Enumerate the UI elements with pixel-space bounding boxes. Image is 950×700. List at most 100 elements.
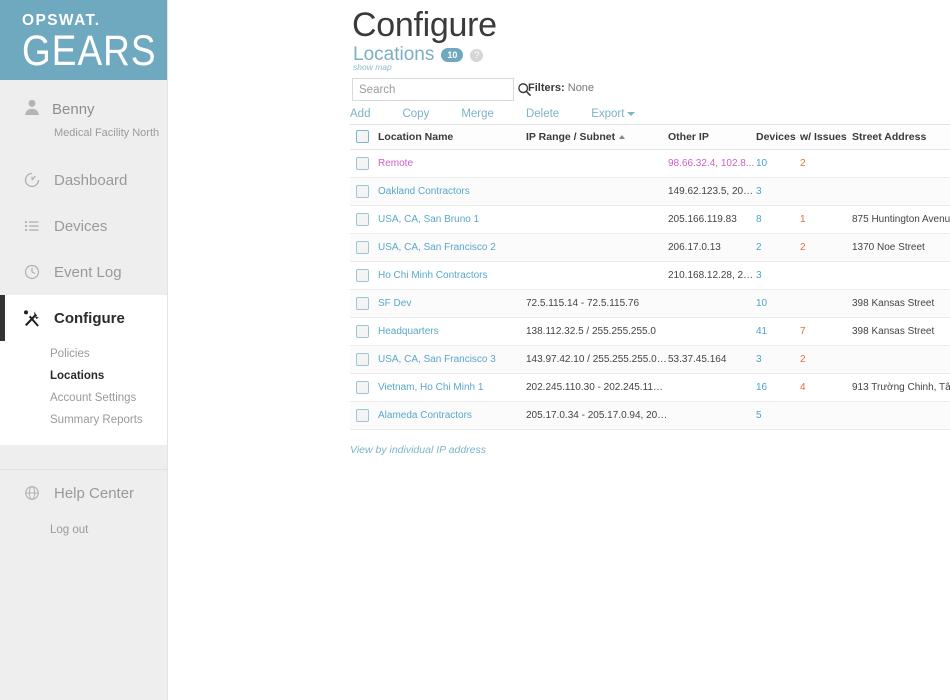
sidebar-item-devices[interactable]: Devices xyxy=(0,203,167,249)
row-location-name[interactable]: USA, CA, San Bruno 1 xyxy=(378,205,526,234)
row-issues-count[interactable]: 2 xyxy=(800,233,852,262)
logout-link[interactable]: Log out xyxy=(0,516,167,536)
row-checkbox[interactable] xyxy=(356,353,369,366)
row-location-name[interactable]: USA, CA, San Francisco 2 xyxy=(378,233,526,262)
row-issues-count[interactable]: 1 xyxy=(800,205,852,234)
sidebar-subitem-summary-reports[interactable]: Summary Reports xyxy=(0,409,167,431)
row-issues-count[interactable] xyxy=(800,401,852,430)
column-header-ip-range-label: IP Range / Subnet xyxy=(526,130,616,143)
row-issues-count[interactable] xyxy=(800,261,852,290)
row-location-name[interactable]: Ho Chi Minh Contractors xyxy=(378,261,526,290)
row-devices-count[interactable]: 10 xyxy=(756,149,800,178)
sort-asc-icon xyxy=(619,134,626,139)
table-row[interactable]: USA, CA, San Francisco 3 143.97.42.10 / 2… xyxy=(350,345,950,374)
column-header-with-issues[interactable]: w/ Issues xyxy=(800,124,852,150)
sidebar-help-label: Help Center xyxy=(54,484,135,502)
row-checkbox[interactable] xyxy=(356,409,369,422)
column-header-street-address[interactable]: Street Address xyxy=(852,124,950,150)
row-other-ip: 206.17.0.13 xyxy=(668,233,756,262)
table-row[interactable]: Headquarters 138.112.32.5 / 255.255.255.0… xyxy=(350,317,950,346)
row-checkbox[interactable] xyxy=(356,157,369,170)
column-header-ip-range[interactable]: IP Range / Subnet xyxy=(526,124,668,150)
row-checkbox[interactable] xyxy=(356,269,369,282)
select-all-checkbox[interactable] xyxy=(356,130,369,143)
show-map-link[interactable]: show map xyxy=(353,62,392,72)
table-body: Remote 98.66.32.4, 102.8... 10 2 Oakland Con… xyxy=(350,149,950,430)
row-other-ip: 205.166.119.83 xyxy=(668,205,756,234)
row-devices-count[interactable]: 2 xyxy=(756,233,800,262)
row-ip-range xyxy=(526,261,668,290)
sidebar-subitem-policies[interactable]: Policies xyxy=(0,343,167,365)
table-row[interactable]: Oakland Contractors 149.62.123.5, 208... 3… xyxy=(350,177,950,206)
row-location-name[interactable]: Headquarters xyxy=(378,317,526,346)
row-issues-count[interactable]: 7 xyxy=(800,317,852,346)
row-devices-count[interactable]: 3 xyxy=(756,345,800,374)
column-header-location-name[interactable]: Location Name xyxy=(378,124,526,150)
table-row[interactable]: Ho Chi Minh Contractors 210.168.12.28, 21… xyxy=(350,261,950,290)
row-other-ip: 98.66.32.4, 102.8... xyxy=(668,149,756,178)
add-link[interactable]: Add xyxy=(350,108,386,120)
search-input[interactable] xyxy=(353,83,517,96)
delete-link[interactable]: Delete xyxy=(526,108,575,120)
row-devices-count[interactable]: 10 xyxy=(756,289,800,318)
sidebar-item-label: Configure xyxy=(54,309,125,327)
row-issues-count[interactable] xyxy=(800,289,852,318)
row-street-address xyxy=(852,149,950,178)
sidebar-item-event-log[interactable]: Event Log xyxy=(0,249,167,295)
sidebar-subitem-account-settings[interactable]: Account Settings xyxy=(0,387,167,409)
row-devices-count[interactable]: 3 xyxy=(756,177,800,206)
row-checkbox[interactable] xyxy=(356,325,369,338)
sidebar-item-configure[interactable]: Configure xyxy=(0,295,167,341)
row-other-ip xyxy=(668,317,756,346)
row-location-name[interactable]: Oakland Contractors xyxy=(378,177,526,206)
copy-link[interactable]: Copy xyxy=(402,108,445,120)
row-location-name[interactable]: Alameda Contractors xyxy=(378,401,526,430)
row-devices-count[interactable]: 16 xyxy=(756,373,800,402)
sidebar-item-label: Devices xyxy=(54,217,108,235)
table-row[interactable]: Remote 98.66.32.4, 102.8... 10 2 xyxy=(350,149,950,178)
search-box[interactable] xyxy=(352,78,532,101)
row-devices-count[interactable]: 5 xyxy=(756,401,800,430)
brand-logo[interactable]: OPSWAT. GEARS xyxy=(0,0,167,80)
table-row[interactable]: SF Dev 72.5.115.14 - 72.5.115.76 10 398 Kan… xyxy=(350,289,950,318)
row-location-name[interactable]: SF Dev xyxy=(378,289,526,318)
sidebar-item-help-center[interactable]: Help Center xyxy=(0,470,167,516)
row-checkbox[interactable] xyxy=(356,185,369,198)
export-link[interactable]: Export xyxy=(591,108,651,120)
row-location-name[interactable]: Vietnam, Ho Chi Minh 1 xyxy=(378,373,526,402)
row-issues-count[interactable]: 4 xyxy=(800,373,852,402)
column-header-devices[interactable]: Devices xyxy=(756,124,800,150)
sidebar-item-label: Dashboard xyxy=(54,171,128,189)
sidebar: OPSWAT. GEARS Benny Medical Facility Nor… xyxy=(0,0,168,700)
row-devices-count[interactable]: 41 xyxy=(756,317,800,346)
row-location-name[interactable]: Remote xyxy=(378,149,526,178)
row-checkbox[interactable] xyxy=(356,213,369,226)
main-content: Configure Locations 10 ? show map SAVE F… xyxy=(168,0,950,700)
row-issues-count[interactable]: 2 xyxy=(800,345,852,374)
row-select-cell xyxy=(350,401,378,430)
table-row[interactable]: USA, CA, San Francisco 2 206.17.0.13 2 2 137… xyxy=(350,233,950,262)
view-by-ip-link[interactable]: View by individual IP address xyxy=(350,444,486,456)
merge-link[interactable]: Merge xyxy=(461,108,510,120)
row-ip-range xyxy=(526,233,668,262)
row-devices-count[interactable]: 3 xyxy=(756,261,800,290)
sidebar-subitem-locations[interactable]: Locations xyxy=(0,365,167,387)
clock-icon xyxy=(22,262,42,282)
row-street-address xyxy=(852,177,950,206)
table-row[interactable]: USA, CA, San Bruno 1 205.166.119.83 8 1 875 … xyxy=(350,205,950,234)
table-row[interactable]: Vietnam, Ho Chi Minh 1 202.245.110.30 - 2… xyxy=(350,373,950,402)
row-checkbox[interactable] xyxy=(356,381,369,394)
row-issues-count-value: 7 xyxy=(800,326,806,337)
row-location-name[interactable]: USA, CA, San Francisco 3 xyxy=(378,345,526,374)
row-checkbox[interactable] xyxy=(356,241,369,254)
user-block[interactable]: Benny Medical Facility North xyxy=(0,80,167,155)
row-location-name-value: USA, CA, San Francisco 2 xyxy=(378,242,496,253)
row-checkbox[interactable] xyxy=(356,297,369,310)
help-icon[interactable]: ? xyxy=(470,48,484,62)
table-row[interactable]: Alameda Contractors 205.17.0.34 - 205.17.… xyxy=(350,401,950,430)
column-header-other-ip[interactable]: Other IP xyxy=(668,124,756,150)
row-issues-count[interactable] xyxy=(800,177,852,206)
row-devices-count[interactable]: 8 xyxy=(756,205,800,234)
row-issues-count[interactable]: 2 xyxy=(800,149,852,178)
sidebar-item-dashboard[interactable]: Dashboard xyxy=(0,157,167,203)
